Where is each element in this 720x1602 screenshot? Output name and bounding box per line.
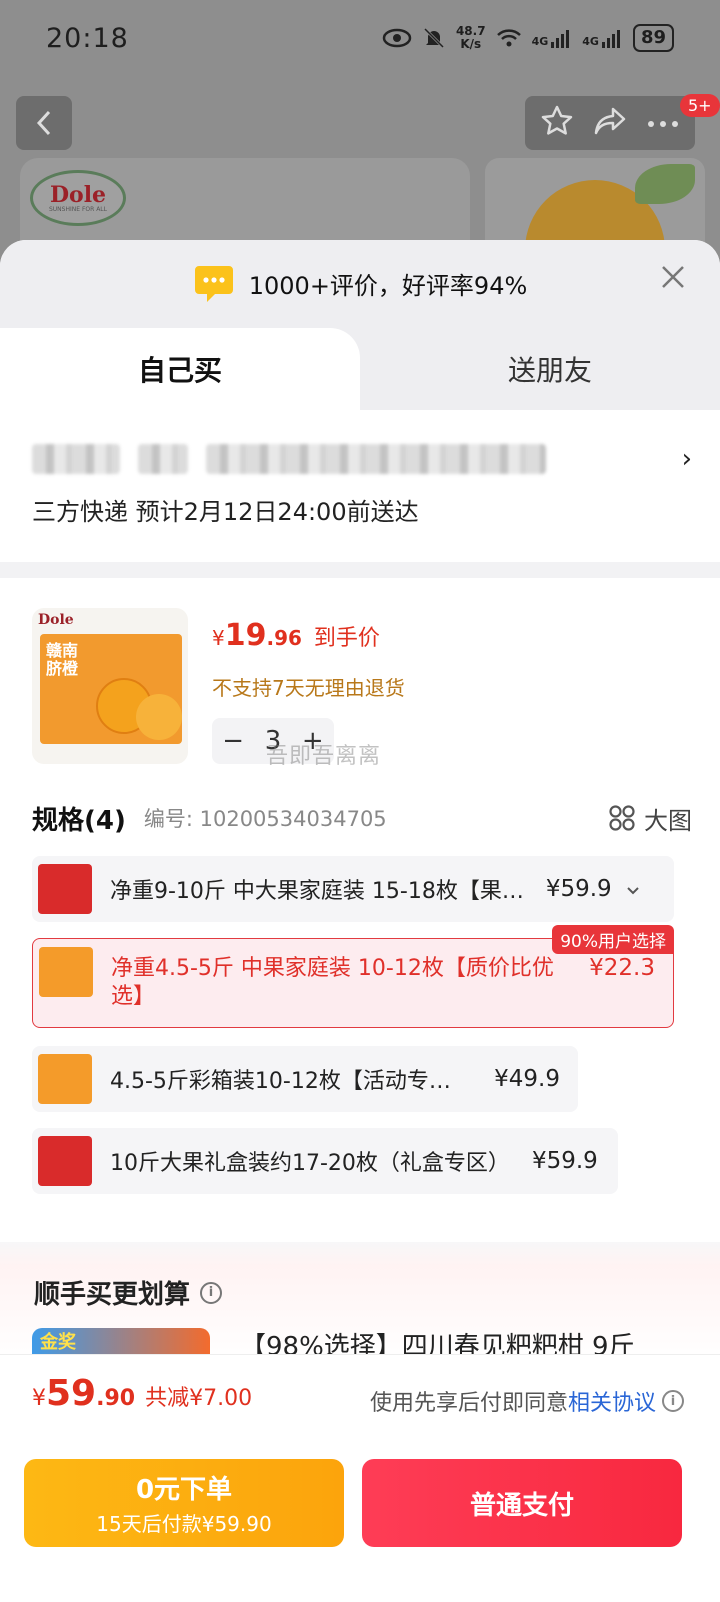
chevron-right-icon: ›: [681, 444, 692, 474]
spec-option[interactable]: 4.5-5斤彩箱装10-12枚【活动专享】 ¥49.9: [32, 1046, 578, 1112]
status-icons: 48.7 K/s 4G 4G 89: [382, 24, 674, 52]
normal-pay-button[interactable]: 普通支付: [362, 1459, 682, 1547]
price-symbol: ¥: [212, 626, 225, 650]
product-image[interactable]: Dole 赣南 脐橙: [32, 608, 188, 764]
option-price: ¥49.9: [494, 1066, 560, 1092]
back-button[interactable]: [16, 96, 72, 150]
more-button[interactable]: [646, 114, 680, 133]
status-time: 20:18: [46, 22, 129, 54]
address-blurred-3: [206, 444, 546, 474]
delivery-estimate: 三方快递 预计2月12日24:00前送达: [32, 498, 419, 526]
decrease-button[interactable]: −: [222, 726, 244, 756]
pay-later-button[interactable]: 0元下单 15天后付款¥59.90: [24, 1459, 344, 1547]
option-price: ¥59.9: [545, 876, 612, 902]
checkout-bar: ¥ 59 .90 共减¥7.00 使用先享后付即同意 相关协议 i 0元下单 1…: [0, 1354, 720, 1602]
product-price: ¥ 19 .96 到手价: [212, 618, 380, 653]
total-symbol: ¥: [32, 1386, 46, 1411]
net-speed-value: 48.7: [455, 24, 486, 38]
total-price: ¥ 59 .90 共减¥7.00: [32, 1373, 252, 1414]
star-icon: [542, 105, 573, 135]
brand-logo-word: Dole: [49, 181, 107, 208]
status-bar: 20:18 48.7 K/s 4G 4G 89: [0, 0, 720, 76]
total-integer: 59: [46, 1373, 97, 1414]
cross-sell-heading: 顺手买更划算: [34, 1280, 191, 1310]
agreement-text: 使用先享后付即同意: [369, 1391, 568, 1416]
tab-buy-self[interactable]: 自己买: [0, 328, 360, 410]
discount-text: 共减¥7.00: [145, 1386, 253, 1411]
spec-option-selected[interactable]: 净重4.5-5斤 中果家庭装 10-12枚【质价比优选】 ¥22.3 90%用户…: [32, 925, 674, 1028]
big-view-button[interactable]: 大图: [608, 801, 692, 836]
agreement-row: 使用先享后付即同意 相关协议 i: [370, 1385, 684, 1417]
agreement-link[interactable]: 相关协议: [568, 1385, 656, 1417]
share-icon: [594, 107, 626, 135]
pay-later-subtext: 15天后付款¥59.90: [96, 1512, 272, 1536]
mute-bell-icon: [422, 26, 446, 50]
price-integer: 19: [224, 618, 267, 653]
popular-badge: 90%用户选择: [552, 925, 674, 954]
notification-badge: 5+: [680, 94, 720, 117]
eye-icon: [382, 28, 412, 48]
product-box-text: 赣南 脐橙: [46, 641, 79, 678]
total-decimal: .90: [96, 1386, 136, 1411]
cross-sell-image-text: 金奖: [40, 1332, 76, 1353]
wifi-icon: [496, 27, 522, 49]
option-name: 4.5-5斤彩箱装10-12枚【活动专享】: [110, 1069, 473, 1094]
price-label: 到手价: [313, 626, 380, 651]
option-thumbnail: [39, 947, 93, 997]
net-speed-unit: K/s: [460, 37, 482, 51]
info-icon[interactable]: i: [662, 1390, 684, 1412]
chevron-down-icon: [626, 877, 640, 902]
price-decimal: .96: [266, 626, 302, 650]
big-view-label: 大图: [644, 806, 692, 835]
option-thumbnail: [38, 864, 92, 914]
rating-row: 1000+评价，好评率94%: [0, 258, 720, 308]
option-name: 净重4.5-5斤 中果家庭装 10-12枚【质价比优选】: [111, 956, 554, 1009]
leaf-image: [635, 164, 695, 204]
option-thumbnail: [38, 1136, 92, 1186]
net-speed: 48.7 K/s: [456, 25, 486, 51]
option-thumbnail: [38, 1054, 92, 1104]
option-price: ¥22.3: [589, 955, 655, 981]
info-icon[interactable]: i: [200, 1281, 223, 1304]
spec-title: 规格(4): [32, 805, 126, 836]
product-code: 编号: 10200534034705: [143, 807, 387, 831]
signal-2-icon: 4G: [582, 28, 623, 48]
chevron-left-icon: [36, 110, 51, 136]
battery-icon: 89: [632, 24, 674, 52]
share-button[interactable]: [593, 106, 627, 140]
buy-mode-tabs: 自己买 送朋友: [0, 328, 720, 410]
return-policy: 不支持7天无理由退货: [212, 676, 405, 700]
option-name: 净重9-10斤 中大果家庭装 15-18枚【果…: [110, 879, 524, 904]
brand-logo: Dole SUNSHINE FOR ALL: [30, 170, 126, 226]
network-label-2: 4G: [582, 35, 599, 48]
address-blurred-2: [138, 444, 188, 474]
chat-bubble-icon: [193, 263, 235, 303]
product-brand: Dole: [38, 612, 74, 628]
purchase-sheet: 1000+评价，好评率94% 自己买 送朋友 › 三方快递 预计2月12日24:…: [0, 240, 720, 1602]
spec-option[interactable]: 净重9-10斤 中大果家庭装 15-18枚【果… ¥59.9: [32, 856, 674, 922]
pay-later-label: 0元下单: [135, 1475, 233, 1505]
watermark: 吾即吾离离: [266, 744, 382, 769]
option-price: ¥59.9: [531, 1148, 598, 1174]
tab-gift-friend[interactable]: 送朋友: [380, 328, 720, 410]
rating-summary[interactable]: 1000+评价，好评率94%: [249, 266, 528, 301]
close-icon: [662, 266, 684, 288]
grid-icon: [609, 805, 635, 831]
orange-slice-icon: [136, 694, 182, 740]
spec-option[interactable]: 10斤大果礼盒装约17-20枚（礼盒专区） ¥59.9: [32, 1128, 618, 1194]
address-row[interactable]: ›: [32, 436, 692, 482]
section-divider: [0, 562, 720, 578]
close-button[interactable]: [658, 262, 688, 292]
favorite-button[interactable]: [540, 104, 574, 142]
more-icon: [647, 120, 678, 127]
signal-1-icon: 4G: [532, 28, 573, 48]
top-actions: [525, 96, 695, 150]
option-name: 10斤大果礼盒装约17-20枚（礼盒专区）: [110, 1151, 510, 1176]
address-blurred-1: [32, 444, 120, 474]
spec-header: 规格(4) 编号: 10200534034705 大图: [32, 798, 692, 838]
cross-sell-title: 顺手买更划算 i: [34, 1274, 223, 1311]
brand-tagline: SUNSHINE FOR ALL: [48, 205, 107, 213]
network-label-1: 4G: [531, 35, 549, 48]
